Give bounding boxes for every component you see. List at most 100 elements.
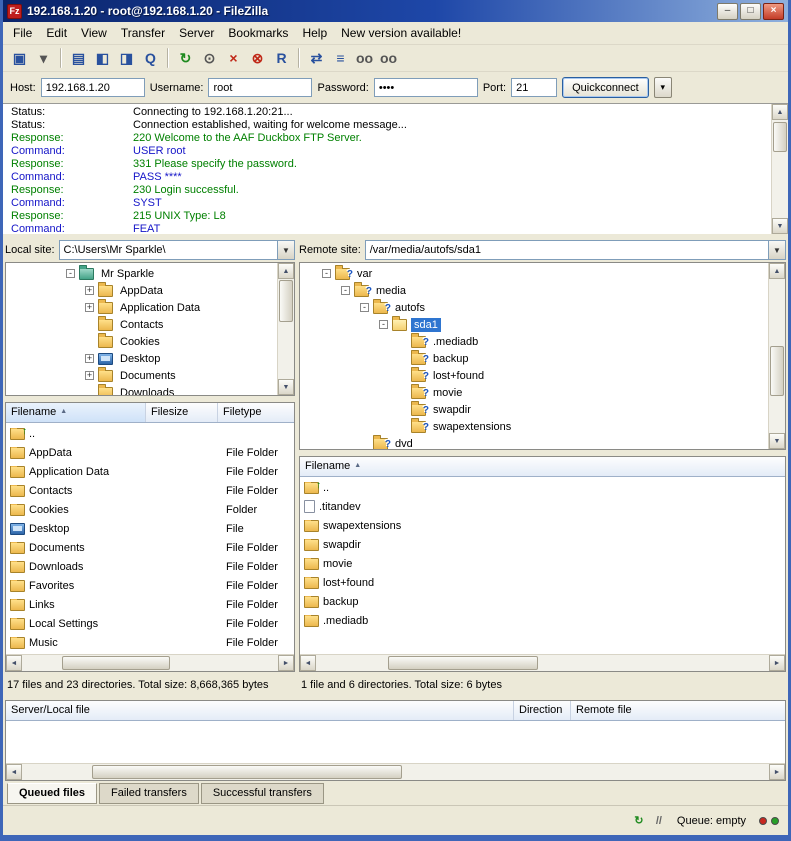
menu-item[interactable]: Help <box>295 23 334 43</box>
tree-expander-icon[interactable] <box>398 405 407 414</box>
file-row[interactable]: AppData File Folder <box>6 443 294 462</box>
tree-item[interactable]: swapextensions <box>303 418 768 435</box>
chevron-down-icon[interactable]: ▼ <box>768 241 785 259</box>
scrollbar-thumb[interactable] <box>388 656 538 670</box>
remote-site-combo[interactable]: /var/media/autofs/sda1 ▼ <box>365 240 786 260</box>
menu-item[interactable]: Server <box>172 23 221 43</box>
tree-item[interactable]: - sda1 <box>303 316 768 333</box>
toolbar-button[interactable] <box>298 48 300 68</box>
toggle-queue-button[interactable]: Q <box>139 47 162 69</box>
maximize-button[interactable]: □ <box>740 3 761 20</box>
reconnect-button[interactable]: R <box>270 47 293 69</box>
file-row[interactable]: Music File Folder <box>6 633 294 652</box>
file-row[interactable]: .. <box>6 424 294 443</box>
tree-expander-icon[interactable] <box>398 337 407 346</box>
log-scrollbar[interactable]: ▲ ▼ <box>771 104 788 234</box>
file-row[interactable]: movie <box>300 554 785 573</box>
tree-item[interactable]: + AppData <box>9 282 277 299</box>
port-input[interactable] <box>511 78 557 97</box>
tree-item[interactable]: - autofs <box>303 299 768 316</box>
tree-expander-icon[interactable] <box>360 439 369 448</box>
tree-expander-icon[interactable]: - <box>360 303 369 312</box>
file-row[interactable]: .titandev <box>300 497 785 516</box>
scrollbar-thumb[interactable] <box>770 346 784 396</box>
tree-expander-icon[interactable]: - <box>379 320 388 329</box>
scrollbar-thumb[interactable] <box>62 656 170 670</box>
column-header-filetype[interactable]: Filetype <box>218 403 294 422</box>
tree-expander-icon[interactable]: - <box>322 269 331 278</box>
local-site-combo[interactable]: C:\Users\Mr Sparkle\ ▼ <box>59 240 295 260</box>
tree-expander-icon[interactable]: + <box>85 286 94 295</box>
tree-expander-icon[interactable] <box>85 337 94 346</box>
scroll-left-icon[interactable]: ◄ <box>300 655 316 671</box>
tree-item[interactable]: - media <box>303 282 768 299</box>
scroll-right-icon[interactable]: ► <box>278 655 294 671</box>
scroll-right-icon[interactable]: ► <box>769 655 785 671</box>
menu-item[interactable]: Edit <box>39 23 74 43</box>
file-row[interactable]: swapdir <box>300 535 785 554</box>
tree-item[interactable]: + Application Data <box>9 299 277 316</box>
toggle-local-tree-button[interactable]: ◧ <box>91 47 114 69</box>
menu-item[interactable]: Transfer <box>114 23 172 43</box>
menu-item[interactable]: Bookmarks <box>221 23 295 43</box>
tree-expander-icon[interactable]: + <box>85 371 94 380</box>
tree-expander-icon[interactable]: - <box>66 269 75 278</box>
column-header-direction[interactable]: Direction <box>514 701 571 720</box>
file-row[interactable]: lost+found <box>300 573 785 592</box>
scroll-down-icon[interactable]: ▼ <box>772 218 788 234</box>
tree-item[interactable]: movie <box>303 384 768 401</box>
tree-expander-icon[interactable]: - <box>341 286 350 295</box>
disconnect-button[interactable]: ⊗ <box>246 47 269 69</box>
quickconnect-button[interactable]: Quickconnect <box>562 77 649 98</box>
column-header-filename[interactable]: Filename ▲ <box>6 403 146 422</box>
process-queue-button[interactable]: ⊙ <box>198 47 221 69</box>
scroll-left-icon[interactable]: ◄ <box>6 764 22 780</box>
speed-limits-icon[interactable]: // <box>650 813 668 829</box>
file-row[interactable]: Cookies Folder <box>6 500 294 519</box>
toolbar-button[interactable] <box>60 48 62 68</box>
file-row[interactable]: Favorites File Folder <box>6 576 294 595</box>
tree-expander-icon[interactable] <box>398 371 407 380</box>
scroll-up-icon[interactable]: ▲ <box>278 263 294 279</box>
scroll-down-icon[interactable]: ▼ <box>769 433 785 449</box>
tree-item[interactable]: backup <box>303 350 768 367</box>
tree-item[interactable]: Downloads <box>9 384 277 395</box>
scroll-up-icon[interactable]: ▲ <box>769 263 785 279</box>
file-row[interactable]: Application Data File Folder <box>6 462 294 481</box>
file-row[interactable]: swapextensions <box>300 516 785 535</box>
quickconnect-dropdown-button[interactable]: ▾ <box>654 77 672 98</box>
scrollbar-thumb[interactable] <box>92 765 402 779</box>
file-row[interactable]: Documents File Folder <box>6 538 294 557</box>
tree-item[interactable]: .mediadb <box>303 333 768 350</box>
toggle-remote-tree-button[interactable]: ◨ <box>115 47 138 69</box>
open-site-manager-button[interactable]: ▣ <box>8 47 31 69</box>
file-row[interactable]: Downloads File Folder <box>6 557 294 576</box>
chevron-down-icon[interactable]: ▼ <box>277 241 294 259</box>
file-row[interactable]: .mediadb <box>300 611 785 630</box>
tree-item[interactable]: + Documents <box>9 367 277 384</box>
cancel-operation-button[interactable]: × <box>222 47 245 69</box>
toggle-message-log-button[interactable]: ▤ <box>67 47 90 69</box>
password-input[interactable] <box>374 78 478 97</box>
column-header-filename[interactable]: Filename ▲ <box>300 457 785 476</box>
scrollbar-thumb[interactable] <box>773 122 787 152</box>
tree-item[interactable]: - Mr Sparkle <box>9 265 277 282</box>
remote-tree-scrollbar[interactable]: ▲ ▼ <box>768 263 785 449</box>
tree-item[interactable]: swapdir <box>303 401 768 418</box>
tree-expander-icon[interactable]: + <box>85 303 94 312</box>
directory-comparison-button[interactable]: ≡ <box>329 47 352 69</box>
minimize-button[interactable]: – <box>717 3 738 20</box>
host-input[interactable] <box>41 78 145 97</box>
scroll-down-icon[interactable]: ▼ <box>278 379 294 395</box>
file-row[interactable]: backup <box>300 592 785 611</box>
queue-hscrollbar[interactable]: ◄ ► <box>6 763 785 780</box>
filter-button[interactable]: oo <box>353 47 376 69</box>
scrollbar-thumb[interactable] <box>279 280 293 322</box>
tree-expander-icon[interactable] <box>398 388 407 397</box>
tree-item[interactable]: Contacts <box>9 316 277 333</box>
menu-item[interactable]: New version available! <box>334 23 468 43</box>
tree-expander-icon[interactable] <box>398 422 407 431</box>
queue-tab[interactable]: Queued files <box>7 783 97 804</box>
file-row[interactable]: Desktop File <box>6 519 294 538</box>
menu-item[interactable]: View <box>74 23 114 43</box>
